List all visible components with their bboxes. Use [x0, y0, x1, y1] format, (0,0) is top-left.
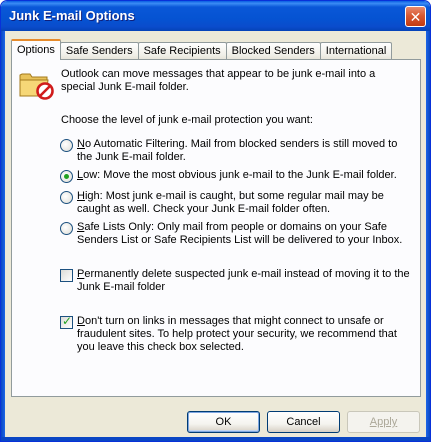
checkbox-label[interactable]: Permanently delete suspected junk e-mail… [77, 268, 413, 294]
cancel-button[interactable]: Cancel [267, 411, 340, 433]
radio-button[interactable] [60, 170, 73, 183]
close-icon: ✕ [409, 8, 422, 25]
title-bar[interactable]: Junk E-mail Options ✕ [1, 1, 430, 31]
tab-international[interactable]: International [319, 42, 393, 60]
checkbox[interactable]: ✓ [60, 314, 73, 329]
options-tab-panel: Outlook can move messages that appear to… [11, 59, 421, 397]
ok-button[interactable]: OK [187, 411, 260, 433]
radio-button[interactable] [60, 222, 73, 235]
window-title: Junk E-mail Options [9, 8, 135, 23]
close-button[interactable]: ✕ [405, 6, 426, 27]
apply-button[interactable]: Apply [347, 411, 420, 433]
junk-email-options-dialog: Junk E-mail Options ✕ Options Safe Sende… [0, 0, 431, 442]
window-frame-bottom [1, 437, 430, 441]
radio-selected-dot [64, 174, 69, 179]
checkmark-icon: ✓ [62, 314, 73, 328]
tab-safe-senders[interactable]: Safe Senders [59, 42, 139, 60]
window-frame-left [1, 31, 5, 441]
tab-options[interactable]: Options [11, 39, 61, 60]
radio-label[interactable]: No Automatic Filtering. Mail from blocke… [77, 138, 413, 164]
radio-label[interactable]: Low: Move the most obvious junk e-mail t… [77, 169, 413, 182]
radio-button[interactable] [60, 139, 73, 152]
tab-blocked-senders[interactable]: Blocked Senders [225, 42, 321, 60]
radio-label[interactable]: High: Most junk e-mail is caught, but so… [77, 190, 413, 216]
checkbox[interactable] [60, 269, 73, 282]
radio-button[interactable] [60, 191, 73, 204]
radio-label[interactable]: Safe Lists Only: Only mail from people o… [77, 221, 413, 247]
tab-safe-recipients[interactable]: Safe Recipients [137, 42, 227, 60]
window-frame-right [426, 31, 430, 441]
protection-level-prompt: Choose the level of junk e-mail protecti… [61, 114, 313, 126]
intro-text: Outlook can move messages that appear to… [61, 68, 376, 93]
junk-folder-icon [19, 73, 54, 100]
checkbox-label[interactable]: Don't turn on links in messages that mig… [77, 315, 413, 354]
tab-strip: Options Safe Senders Safe Recipients Blo… [11, 39, 393, 60]
